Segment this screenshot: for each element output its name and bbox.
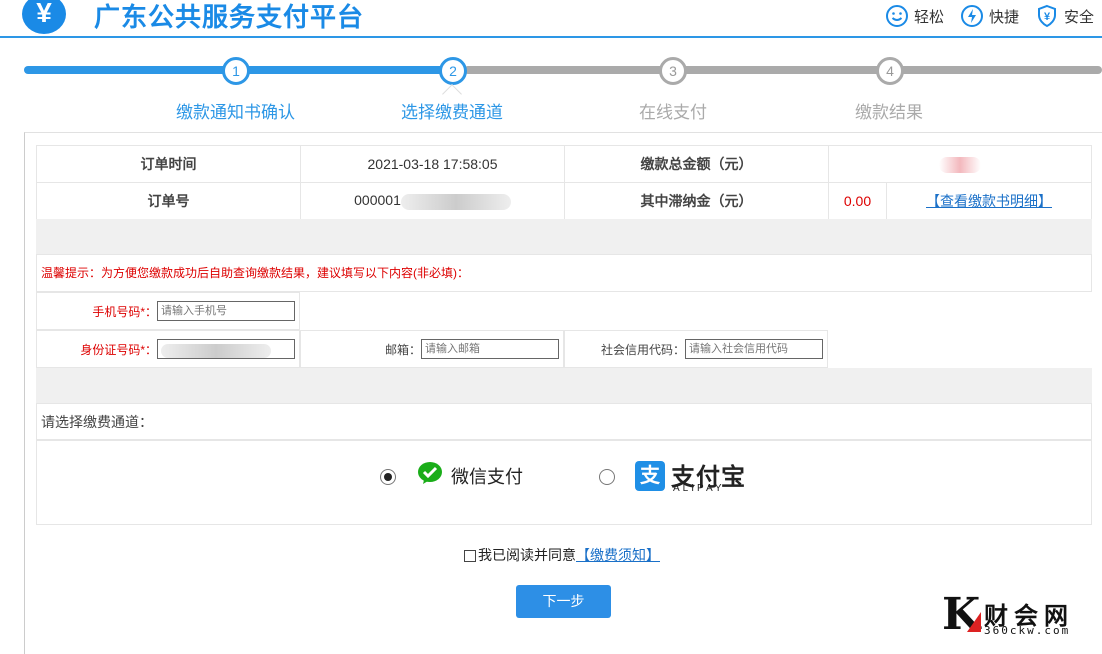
shield-yen-icon: ¥: [1037, 4, 1056, 28]
watermark-url: 360ckw.com: [984, 624, 1071, 637]
badge-label: 安全: [1063, 8, 1094, 26]
feature-badges: 轻松 快捷 ¥ 安全: [885, 4, 1094, 28]
watermark-logo-accent: [967, 612, 981, 632]
order-time-value: 2021-03-18 17:58:05: [300, 145, 565, 183]
wechat-label[interactable]: 微信支付: [451, 463, 523, 489]
email-input[interactable]: [421, 339, 559, 359]
table-row: 订单时间 2021-03-18 17:58:05 缴款总金额（元）: [36, 145, 1092, 183]
radio-selected-dot: [384, 473, 392, 481]
redacted-order-no: [400, 193, 511, 210]
svg-text:¥: ¥: [1044, 11, 1051, 23]
step-4-label: 缴款结果: [855, 103, 923, 122]
phone-input[interactable]: [157, 301, 295, 321]
step-1-marker: 1: [222, 57, 250, 85]
order-no-value: 000001: [300, 182, 565, 220]
late-fee-value: 0.00: [828, 182, 887, 220]
alipay-en-label: ALIPAY: [673, 483, 725, 494]
smile-icon: [885, 5, 908, 27]
badge-fast: 快捷: [960, 4, 1019, 28]
credit-code-label: 社会信用代码：: [600, 342, 685, 357]
phone-label: 手机号码*：: [92, 304, 157, 319]
total-amount-label: 缴款总金额（元）: [564, 145, 829, 183]
phone-row: 手机号码*：: [36, 292, 828, 330]
step-3-marker: 3: [659, 57, 687, 85]
late-fee-label: 其中滞纳金（元）: [564, 182, 829, 220]
payment-notice-link[interactable]: 【缴费须知】: [576, 547, 660, 563]
redacted-id: [161, 344, 271, 359]
spacer-band: [36, 219, 1092, 255]
step-1-label: 缴款通知书确认: [176, 103, 295, 122]
step-3-label: 在线支付: [639, 103, 707, 122]
wechat-radio[interactable]: [380, 469, 396, 485]
agree-text: 我已阅读并同意: [478, 547, 576, 563]
alipay-radio[interactable]: [599, 469, 615, 485]
badge-label: 轻松: [913, 8, 944, 26]
agree-row: 我已阅读并同意【缴费须知】: [464, 545, 660, 565]
id-label: 身份证号码*：: [80, 342, 157, 357]
credit-code-cell: 社会信用代码：: [564, 330, 828, 368]
spacer-band: [36, 368, 1092, 404]
id-cell: 身份证号码*：: [36, 330, 300, 368]
credit-code-input[interactable]: [685, 339, 823, 359]
detail-link-cell: 【查看缴款书明细】: [886, 182, 1092, 220]
channel-chooser: 微信支付 支 支付宝 ALIPAY: [36, 440, 1092, 525]
table-row: 订单号 000001 其中滞纳金（元） 0.00 【查看缴款书明细】: [36, 182, 1092, 220]
progress-steps: 1 2 3 4 缴款通知书确认 选择缴费通道 在线支付 缴款结果: [0, 38, 1102, 132]
tip-text: 温馨提示：为方便您缴款成功后自助查询缴款结果，建议填写以下内容(非必填)：: [36, 254, 1092, 292]
step-2-marker: 2: [439, 57, 467, 85]
order-no-label: 订单号: [36, 182, 301, 220]
badge-safe: ¥ 安全: [1035, 4, 1094, 28]
yen-logo-icon: ¥: [22, 0, 66, 34]
lightning-icon: [960, 5, 983, 27]
badge-easy: 轻松: [885, 4, 944, 28]
id-row: 身份证号码*： 邮箱： 社会信用代码：: [36, 330, 828, 368]
id-input[interactable]: [157, 339, 295, 359]
view-detail-link[interactable]: 【查看缴款书明细】: [926, 193, 1052, 209]
badge-label: 快捷: [988, 8, 1019, 26]
next-step-button[interactable]: 下一步: [516, 585, 611, 618]
agree-checkbox[interactable]: [464, 550, 476, 563]
wechat-icon: [418, 462, 442, 484]
total-amount-value: [828, 145, 1092, 183]
order-time-label: 订单时间: [36, 145, 301, 183]
order-info-table: 订单时间 2021-03-18 17:58:05 缴款总金额（元） 订单号 00…: [36, 145, 1092, 220]
email-cell: 邮箱：: [300, 330, 564, 368]
redacted-amount: [939, 156, 981, 173]
progress-track-todo: [464, 66, 1102, 74]
alipay-icon: 支: [635, 461, 665, 491]
step-4-marker: 4: [876, 57, 904, 85]
header: ¥ 广东公共服务支付平台 轻松 快捷 ¥ 安全: [0, 0, 1102, 38]
channel-prompt: 请选择缴费通道：: [36, 403, 1092, 440]
site-title: 广东公共服务支付平台: [94, 2, 365, 32]
email-label: 邮箱：: [384, 342, 421, 357]
phone-cell: 手机号码*：: [36, 292, 300, 330]
